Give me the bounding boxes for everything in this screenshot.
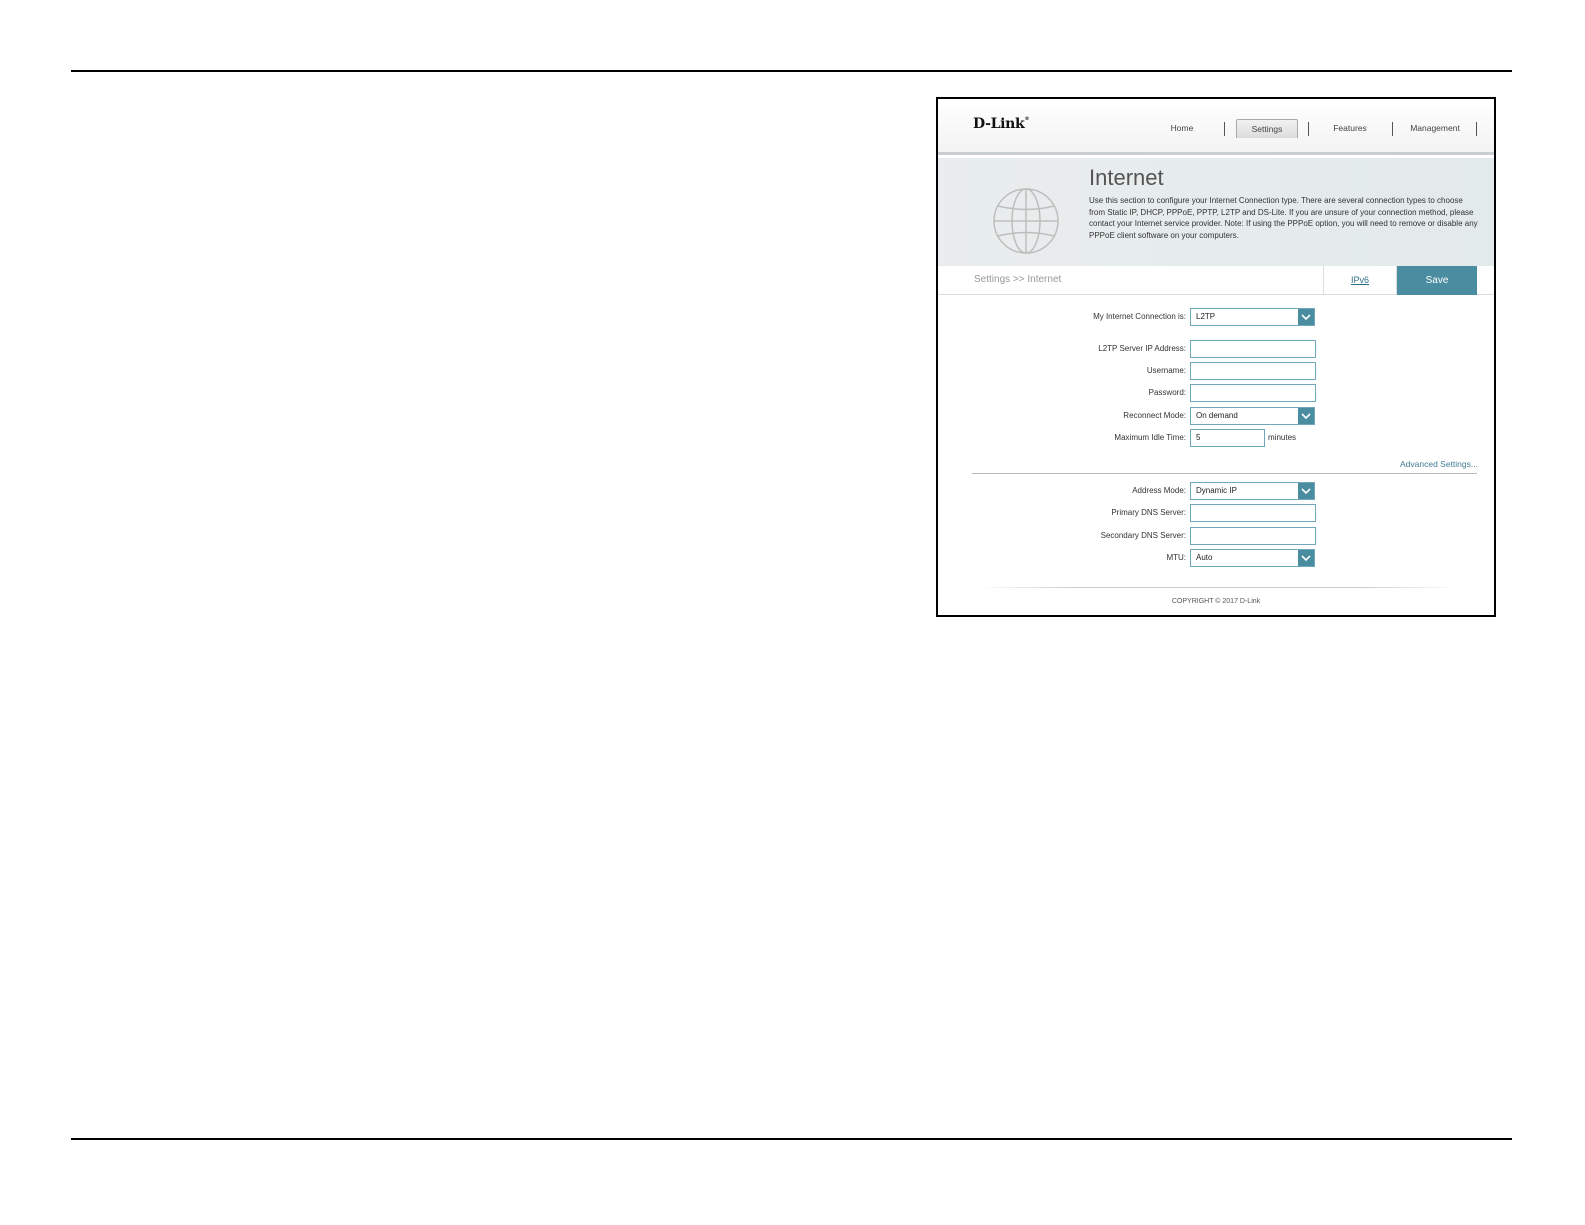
page-top-rule [71,70,1512,72]
server-ip-input[interactable] [1190,340,1316,358]
action-bar: Settings >> Internet IPv6 Save [938,266,1494,295]
password-input[interactable] [1190,384,1316,402]
main-nav: Home Settings Features Management [938,119,1494,139]
idle-time-label: Maximum Idle Time: [1114,433,1186,442]
ipv6-link[interactable]: IPv6 [1323,266,1397,295]
globe-icon [993,188,1059,254]
nav-management[interactable]: Management [1406,119,1464,138]
username-label: Username: [1146,366,1186,375]
nav-separator [1476,122,1477,136]
idle-time-unit: minutes [1268,433,1297,442]
secondary-dns-row: Secondary DNS Server: [938,527,1494,545]
footer-divider [978,587,1458,588]
mtu-value: Auto [1196,553,1213,562]
page-description: Use this section to configure your Inter… [1089,196,1478,240]
nav-features[interactable]: Features [1324,119,1376,138]
address-mode-row: Address Mode: Dynamic IP [938,482,1494,500]
secondary-dns-label: Secondary DNS Server: [1100,531,1186,540]
connection-type-select[interactable]: L2TP [1190,308,1315,326]
address-mode-select[interactable]: Dynamic IP [1190,482,1315,500]
chevron-down-icon [1298,550,1314,566]
username-input[interactable] [1190,362,1316,380]
section-divider [972,473,1477,474]
header: D-Link® Home Settings Features Managemen… [938,99,1494,155]
page-bottom-rule [71,1138,1512,1140]
address-mode-label: Address Mode: [1132,486,1186,495]
nav-separator [1308,122,1309,136]
nav-separator [1224,122,1225,136]
page-banner: Internet Use this section to configure y… [938,158,1494,266]
connection-type-label: My Internet Connection is: [1093,312,1186,321]
nav-settings[interactable]: Settings [1236,119,1298,138]
primary-dns-row: Primary DNS Server: [938,504,1494,522]
chevron-down-icon [1298,309,1314,325]
reconnect-mode-select[interactable]: On demand [1190,407,1315,425]
primary-dns-label: Primary DNS Server: [1111,508,1186,517]
mtu-label: MTU: [1166,553,1186,562]
idle-time-input[interactable]: 5 [1190,429,1265,447]
chevron-down-icon [1298,483,1314,499]
copyright-text: COPYRIGHT © 2017 D-Link [1171,598,1261,605]
mtu-select[interactable]: Auto [1190,549,1315,567]
mtu-row: MTU: Auto [938,549,1494,567]
reconnect-mode-label: Reconnect Mode: [1123,411,1186,420]
nav-separator [1392,122,1393,136]
breadcrumb: Settings >> Internet [974,274,1062,285]
reconnect-mode-row: Reconnect Mode: On demand [938,407,1494,425]
password-label: Password: [1148,388,1186,397]
server-ip-row: L2TP Server IP Address: [938,340,1494,358]
page-title: Internet [1089,165,1164,190]
address-mode-value: Dynamic IP [1196,486,1237,495]
reconnect-mode-value: On demand [1196,411,1238,420]
connection-type-row: My Internet Connection is: L2TP [938,308,1494,326]
save-button[interactable]: Save [1397,266,1477,295]
advanced-settings-link[interactable]: Advanced Settings... [1400,459,1478,469]
server-ip-label: L2TP Server IP Address: [1098,344,1186,353]
password-row: Password: [938,384,1494,402]
idle-time-row: Maximum Idle Time: 5 minutes [938,429,1494,447]
username-row: Username: [938,362,1494,380]
primary-dns-input[interactable] [1190,504,1316,522]
chevron-down-icon [1298,408,1314,424]
connection-type-value: L2TP [1196,312,1216,321]
nav-home[interactable]: Home [1160,119,1204,138]
secondary-dns-input[interactable] [1190,527,1316,545]
router-settings-screenshot: D-Link® Home Settings Features Managemen… [936,97,1496,617]
